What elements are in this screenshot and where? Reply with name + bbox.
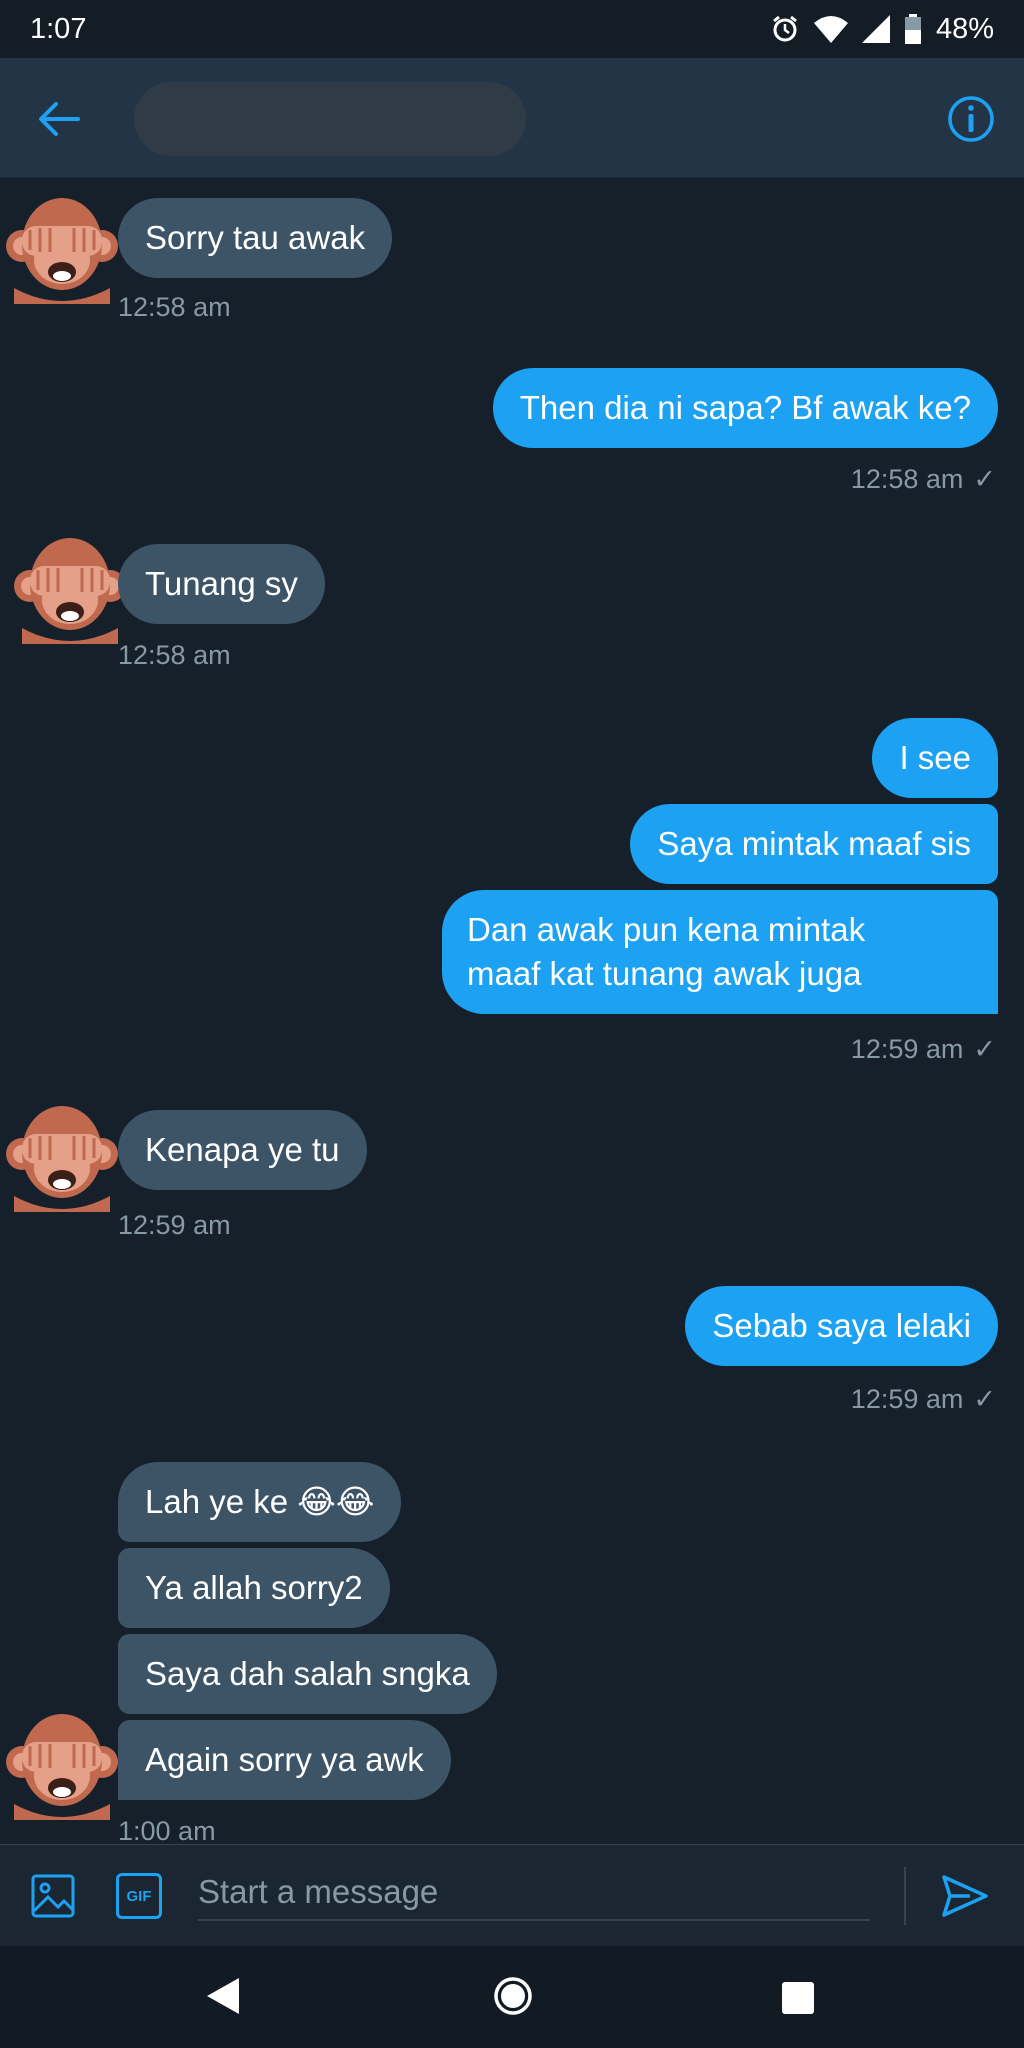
message-timestamp-row: 12:59 am ✓ bbox=[851, 1384, 996, 1415]
message-composer: GIF bbox=[0, 1844, 1024, 1946]
outgoing-message[interactable]: Sebab saya lelaki bbox=[685, 1286, 998, 1366]
wifi-icon bbox=[813, 16, 848, 43]
info-icon[interactable] bbox=[946, 94, 996, 144]
message-timestamp: 12:58 am bbox=[118, 292, 231, 322]
sent-check-icon: ✓ bbox=[973, 1034, 996, 1064]
image-icon[interactable] bbox=[30, 1873, 76, 1919]
battery-icon bbox=[904, 14, 921, 44]
alarm-icon bbox=[773, 15, 797, 42]
message-line: Dan awak pun kena mintak bbox=[467, 911, 866, 948]
message-timestamp: 12:58 am bbox=[850, 464, 964, 494]
arrow-left-icon[interactable] bbox=[36, 96, 82, 142]
gif-button[interactable]: GIF bbox=[116, 1873, 162, 1919]
incoming-message[interactable]: Kenapa ye tu bbox=[118, 1110, 367, 1190]
message-line: maaf kat tunang awak juga bbox=[467, 955, 862, 992]
send-icon[interactable] bbox=[940, 1871, 990, 1921]
navigation-bar bbox=[0, 1946, 1024, 2048]
nav-back-icon[interactable] bbox=[205, 1976, 241, 2016]
nav-recents-icon[interactable] bbox=[782, 1982, 814, 2014]
incoming-message[interactable]: Ya allah sorry2 bbox=[118, 1548, 390, 1628]
composer-divider bbox=[904, 1867, 906, 1925]
contact-avatar[interactable] bbox=[12, 528, 128, 644]
message-timestamp: 12:58 am bbox=[118, 640, 231, 670]
outgoing-message[interactable]: Then dia ni sapa? Bf awak ke? bbox=[492, 368, 998, 448]
status-icons: 48% bbox=[770, 13, 994, 46]
status-time: 1:07 bbox=[30, 12, 87, 45]
incoming-message[interactable]: Sorry tau awak bbox=[118, 198, 393, 278]
battery-percent: 48% bbox=[935, 12, 994, 45]
status-bar: 1:07 48% bbox=[0, 0, 1024, 58]
sent-check-icon: ✓ bbox=[973, 464, 996, 494]
signal-icon bbox=[861, 15, 890, 43]
outgoing-message[interactable]: Saya mintak maaf sis bbox=[630, 804, 998, 884]
message-timestamp: 12:59 am bbox=[850, 1384, 964, 1414]
contact-avatar[interactable] bbox=[4, 1704, 120, 1820]
incoming-message[interactable]: Tunang sy bbox=[118, 544, 325, 624]
sent-check-icon: ✓ bbox=[973, 1384, 996, 1414]
contact-avatar[interactable] bbox=[4, 1096, 120, 1212]
contact-avatar[interactable] bbox=[4, 188, 120, 304]
message-timestamp-row: 12:58 am ✓ bbox=[851, 464, 996, 495]
chat-area[interactable]: Sorry tau awak 12:58 am Then dia ni sapa… bbox=[0, 178, 1024, 1844]
message-timestamp: 12:59 am bbox=[850, 1034, 964, 1064]
message-timestamp: 12:59 am bbox=[118, 1210, 231, 1240]
conversation-header bbox=[0, 58, 1024, 178]
incoming-message[interactable]: Again sorry ya awk bbox=[118, 1720, 451, 1800]
nav-home-icon[interactable] bbox=[493, 1976, 533, 2016]
message-input[interactable] bbox=[198, 1865, 870, 1921]
incoming-message[interactable]: Saya dah salah sngka bbox=[118, 1634, 497, 1714]
message-timestamp: 1:00 am bbox=[118, 1816, 216, 1844]
message-timestamp-row: 12:59 am ✓ bbox=[851, 1034, 996, 1065]
redacted-contact-name[interactable] bbox=[134, 82, 526, 156]
outgoing-message[interactable]: I see bbox=[872, 718, 998, 798]
outgoing-message[interactable]: Dan awak pun kena mintak maaf kat tunang… bbox=[442, 890, 998, 1014]
incoming-message[interactable]: Lah ye ke 😂😂 bbox=[118, 1462, 402, 1542]
